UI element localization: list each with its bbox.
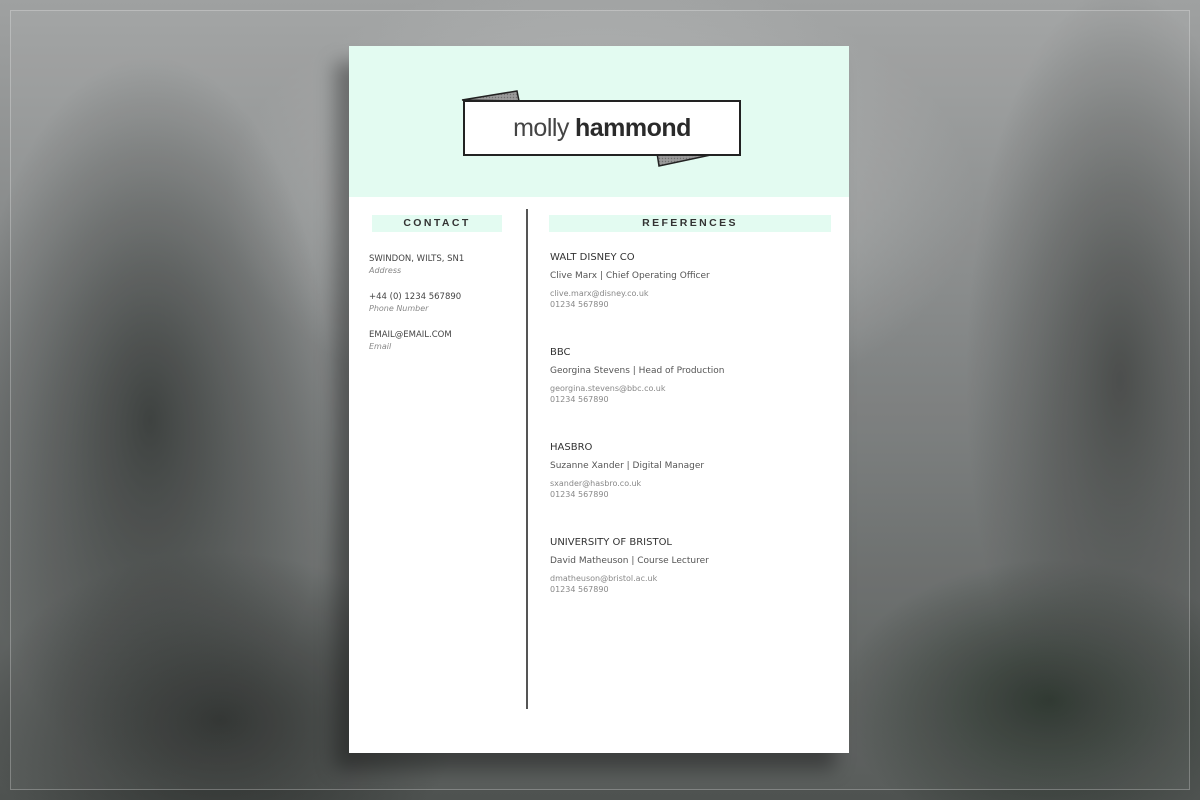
name-ribbon: molly hammond — [449, 86, 749, 170]
name-last: hammond — [574, 113, 691, 142]
reference-organization: BBC — [550, 347, 571, 358]
contact-heading: CONTACT — [372, 215, 502, 232]
reference-organization: WALT DISNEY CO — [550, 252, 635, 263]
header-band: molly hammond — [349, 46, 849, 197]
resume-page: molly hammond CONTACT REFERENCES SWINDON… — [349, 46, 849, 753]
reference-item: WALT DISNEY CO Clive Marx | Chief Operat… — [550, 251, 830, 346]
contact-item-address: SWINDON, WILTS, SN1 Address — [369, 254, 519, 276]
references-heading: REFERENCES — [549, 215, 831, 232]
reference-person: David Matheuson | Course Lecturer — [550, 556, 709, 566]
reference-phone: 01234 567890 — [550, 300, 609, 309]
contact-value: +44 (0) 1234 567890 — [369, 292, 462, 302]
contact-item-email: EMAIL@EMAIL.COM Email — [369, 330, 519, 352]
references-list: WALT DISNEY CO Clive Marx | Chief Operat… — [550, 251, 830, 631]
contact-caption: Phone Number — [369, 304, 429, 313]
reference-organization: HASBRO — [550, 442, 593, 453]
contact-caption: Email — [369, 342, 392, 351]
contact-value: SWINDON, WILTS, SN1 — [369, 254, 465, 264]
reference-email: clive.marx@disney.co.uk — [550, 289, 649, 298]
contact-caption: Address — [369, 266, 402, 275]
name-first: molly — [513, 113, 569, 142]
column-divider — [526, 209, 528, 709]
reference-person: Georgina Stevens | Head of Production — [550, 366, 725, 376]
reference-email: georgina.stevens@bbc.co.uk — [550, 384, 666, 393]
reference-phone: 01234 567890 — [550, 395, 609, 404]
reference-person: Suzanne Xander | Digital Manager — [550, 461, 705, 471]
contact-item-phone: +44 (0) 1234 567890 Phone Number — [369, 292, 519, 314]
reference-phone: 01234 567890 — [550, 490, 609, 499]
reference-organization: UNIVERSITY OF BRISTOL — [550, 537, 673, 548]
reference-person: Clive Marx | Chief Operating Officer — [550, 271, 710, 281]
reference-item: HASBRO Suzanne Xander | Digital Manager … — [550, 441, 830, 536]
reference-item: UNIVERSITY OF BRISTOL David Matheuson | … — [550, 536, 830, 631]
contact-value: EMAIL@EMAIL.COM — [369, 330, 452, 340]
reference-phone: 01234 567890 — [550, 585, 609, 594]
reference-email: sxander@hasbro.co.uk — [550, 479, 642, 488]
reference-email: dmatheuson@bristol.ac.uk — [550, 574, 658, 583]
contact-list: SWINDON, WILTS, SN1 Address +44 (0) 1234… — [369, 254, 519, 368]
reference-item: BBC Georgina Stevens | Head of Productio… — [550, 346, 830, 441]
name-box: molly hammond — [463, 100, 741, 156]
